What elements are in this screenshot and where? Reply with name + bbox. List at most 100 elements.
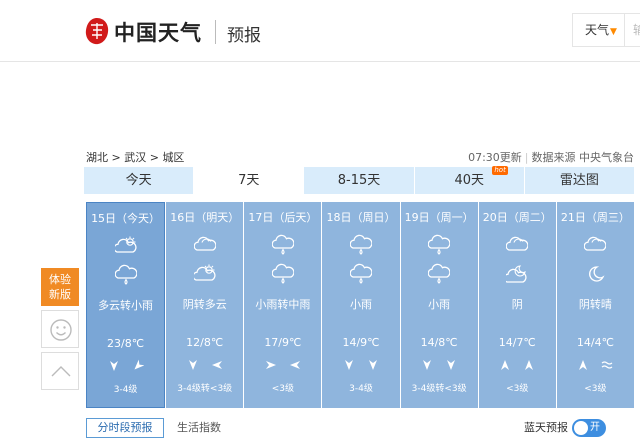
weather-description: 小雨 (428, 298, 451, 311)
breadcrumb-separator: > (149, 151, 159, 164)
day-card[interactable]: 19日（周一） 小雨 14/8℃ 3-4级转<3级 (400, 202, 478, 408)
forecast-footer: 分时段预报 生活指数 蓝天预报 开 (86, 418, 634, 440)
forecast-tabs: 今天 7天 8-15天 40天 hot 雷达图 (84, 166, 634, 194)
day-card[interactable]: 20日（周二） 阴 14/7℃ <3级 (478, 202, 556, 408)
north-wind-icon (188, 360, 197, 370)
south-wind-icon (501, 360, 510, 370)
weather-description: 阴转多云 (182, 298, 227, 311)
temperature-range: 17/9℃ (264, 336, 302, 349)
rain-icon (349, 263, 372, 284)
tab-today[interactable]: 今天 (84, 167, 195, 194)
tab-7-days[interactable]: 7天 (194, 167, 305, 194)
day-name: 17日（后天） (248, 211, 318, 224)
wind-level: 3-4级转<3级 (411, 384, 467, 394)
rain-icon (428, 263, 451, 284)
location-bar: 湖北 > 武汉 > 城区 07:30更新 | 数据来源 中央气象台 (84, 149, 634, 165)
day-name: 15日（今天） (91, 212, 161, 225)
seven-day-forecast: 15日（今天） 多云转小雨 23/8℃ 3-4级 16日（明天） 阴转多云 12/8℃ 3-4… (86, 202, 634, 408)
breadcrumb-province[interactable]: 湖北 (86, 151, 108, 164)
breadcrumb-district: 城区 (162, 151, 185, 164)
wind-level: 3-4级转<3级 (177, 384, 233, 394)
top-header: 中国天气 预报 天气▼ 输入城市、乡镇、街道、景点名称 (0, 0, 640, 62)
search-type-select[interactable]: 天气▼ (572, 13, 624, 47)
wind-directions (87, 359, 164, 375)
logo-seal-icon[interactable] (84, 16, 110, 46)
wind-level: 3-4级 (349, 384, 373, 394)
wind-directions (244, 358, 321, 374)
wind-directions (479, 358, 556, 374)
wind-level: <3级 (506, 384, 529, 394)
search-input[interactable]: 输入城市、乡镇、街道、景点名称 (624, 13, 640, 47)
north-wind-icon (368, 360, 377, 370)
hourly-forecast-button[interactable]: 分时段预报 (86, 418, 164, 438)
moon-icon (589, 266, 605, 282)
temperature-range: 14/4℃ (576, 336, 614, 349)
day-name: 16日（明天） (170, 211, 240, 224)
temperature-range: 14/8℃ (420, 336, 458, 349)
day-name: 21日（周三） (560, 211, 630, 224)
tab-radar[interactable]: 雷达图 (525, 167, 634, 194)
west-wind-icon (265, 361, 276, 369)
day-card[interactable]: 21日（周三） 阴转晴 14/4℃ <3级 (556, 202, 634, 408)
south-wind-icon (579, 360, 588, 370)
smiley-icon (50, 319, 72, 341)
feedback-button[interactable] (41, 310, 79, 348)
life-index-link[interactable]: 生活指数 (177, 418, 221, 438)
wind-level: <3级 (271, 384, 294, 394)
cloudy-icon (584, 236, 607, 251)
tab-8-15-days[interactable]: 8-15天 (304, 167, 415, 194)
rain-icon (349, 234, 372, 255)
rain-icon (271, 263, 294, 284)
wind-level: <3级 (584, 384, 607, 394)
site-logo[interactable]: 中国天气 (114, 17, 202, 47)
day-name: 19日（周一） (404, 211, 474, 224)
north-wind-icon (344, 360, 353, 370)
north-wind-icon (423, 360, 432, 370)
wind-directions (166, 358, 243, 374)
weather-description: 阴转晴 (578, 298, 612, 311)
temperature-range: 14/7℃ (498, 336, 536, 349)
north-wind-icon (109, 361, 118, 371)
hot-badge: hot (492, 166, 508, 175)
blue-sky-toggle[interactable]: 开 (572, 419, 606, 437)
chevron-down-icon: ▼ (610, 27, 617, 37)
cloudy-moon-icon (506, 265, 527, 283)
wind-directions (322, 358, 399, 374)
day-card[interactable]: 15日（今天） 多云转小雨 23/8℃ 3-4级 (86, 202, 166, 408)
partly-cloudy-icon (114, 236, 137, 253)
try-new-version-line2: 新版 (49, 288, 71, 301)
cloudy-icon (193, 236, 216, 251)
blue-sky-forecast-label: 蓝天预报 (524, 421, 568, 434)
toggle-knob (574, 421, 588, 435)
weather-description: 小雨转中雨 (255, 298, 311, 311)
update-time: 07:30更新 (468, 151, 522, 164)
day-name: 20日（周二） (482, 211, 552, 224)
temperature-range: 23/8℃ (107, 337, 145, 350)
data-source: 数据来源 中央气象台 (531, 151, 635, 164)
back-to-top-button[interactable] (41, 352, 79, 390)
partly-cloudy-icon (193, 264, 216, 281)
logo-divider (215, 20, 216, 44)
rain-icon (114, 264, 137, 285)
north-wind-icon (447, 360, 456, 370)
try-new-version-line1: 体验 (49, 273, 71, 286)
day-card[interactable]: 17日（后天） 小雨转中雨 17/9℃ <3级 (244, 202, 322, 408)
weather-description: 多云转小雨 (98, 299, 154, 312)
day-card[interactable]: 16日（明天） 阴转多云 12/8℃ 3-4级转<3级 (166, 202, 244, 408)
breadcrumb: 湖北 > 武汉 > 城区 (86, 149, 184, 165)
day-name: 18日（周日） (326, 211, 396, 224)
variable-wind-icon (602, 361, 613, 369)
breadcrumb-city[interactable]: 武汉 (124, 151, 146, 164)
cloudy-icon (506, 236, 529, 251)
try-new-version-button[interactable]: 体验 新版 (41, 268, 79, 306)
east-wind-icon (211, 361, 222, 369)
update-info: 07:30更新 | 数据来源 中央气象台 (468, 151, 635, 164)
toggle-label: 开 (590, 422, 600, 433)
search-type-label: 天气 (585, 23, 610, 37)
wind-directions (401, 358, 478, 374)
temperature-range: 12/8℃ (186, 336, 224, 349)
wind-level: 3-4级 (113, 385, 138, 395)
day-card[interactable]: 18日（周日） 小雨 14/9℃ 3-4级 (322, 202, 400, 408)
weather-description: 小雨 (349, 298, 372, 311)
tab-40-days[interactable]: 40天 hot (415, 166, 525, 194)
